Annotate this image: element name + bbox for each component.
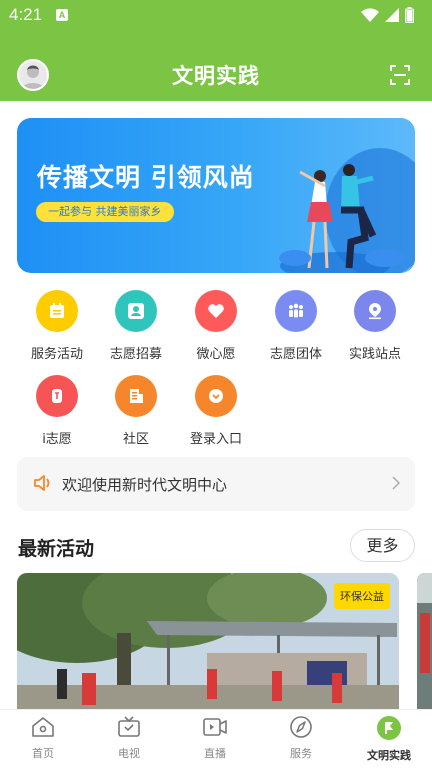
grid-label: 登录入口 (189, 432, 242, 447)
location-person-icon (354, 290, 396, 332)
hand-icon (36, 375, 78, 417)
activity-photo-next (417, 573, 432, 709)
nav-item-live[interactable]: 直播 (172, 716, 258, 761)
more-button[interactable]: 更多 (350, 529, 415, 562)
flag-icon (377, 716, 401, 740)
heart-icon (195, 290, 237, 332)
notice-bar[interactable]: 欢迎使用新时代文明中心 (17, 457, 415, 511)
banner-slogan: 一起参与 共建美丽家乡 (36, 202, 174, 222)
activity-card-next[interactable] (417, 573, 432, 709)
nav-item-service[interactable]: 服务 (258, 716, 344, 761)
bottom-nav: 首页 电视 直播 服务 文明实践 (0, 709, 432, 769)
status-bar: 4:21 A (0, 0, 432, 30)
building-icon (115, 375, 157, 417)
grid-item-volunteer-recruit[interactable]: 志愿招募 (96, 290, 176, 362)
speaker-icon (34, 475, 50, 491)
page-title: 文明实践 (172, 64, 260, 88)
app-header-background: 4:21 A 文明实践 (0, 0, 432, 101)
scan-icon[interactable] (390, 65, 410, 85)
status-time: 4:21 (9, 5, 43, 24)
grid-item-i-volunteer[interactable]: i志愿 (17, 375, 97, 447)
status-indicators (361, 7, 414, 23)
section-title: 最新活动 (18, 538, 95, 560)
tv-icon (118, 716, 140, 737)
nav-label: 首页 (32, 747, 54, 760)
battery-icon (405, 7, 414, 23)
grid-label: 微心愿 (196, 347, 236, 362)
home-icon (32, 717, 54, 737)
grid-item-login-entry[interactable]: 登录入口 (176, 375, 256, 447)
calendar-icon (36, 290, 78, 332)
group-icon (275, 290, 317, 332)
nav-item-home[interactable]: 首页 (0, 716, 86, 761)
banner-illustration (279, 148, 415, 273)
banner-headline: 传播文明 引领风尚 (37, 163, 255, 192)
title-bar: 文明实践 (0, 50, 432, 100)
notification-badge-icon: A (56, 9, 68, 21)
nav-label: 电视 (118, 747, 140, 760)
nav-label: 文明实践 (367, 749, 411, 762)
nav-label: 直播 (204, 747, 226, 760)
grid-item-practice-station[interactable]: 实践站点 (335, 290, 415, 362)
grid-item-service-activity[interactable]: 服务活动 (17, 290, 97, 362)
grid-item-micro-wish[interactable]: 微心愿 (176, 290, 256, 362)
nav-item-tv[interactable]: 电视 (86, 716, 172, 761)
grid-item-volunteer-group[interactable]: 志愿团体 (256, 290, 336, 362)
login-entry-icon (195, 375, 237, 417)
category-tag: 环保公益 (334, 583, 390, 609)
grid-label: 社区 (122, 432, 149, 447)
signal-icon (385, 8, 399, 22)
compass-icon (290, 716, 312, 738)
notice-text: 欢迎使用新时代文明中心 (62, 476, 228, 494)
nav-label: 服务 (290, 747, 312, 760)
grid-label: 实践站点 (348, 347, 401, 362)
volunteer-person-icon (115, 290, 157, 332)
grid-label: 服务活动 (30, 347, 83, 362)
chevron-right-icon (392, 476, 400, 490)
grid-label: i志愿 (42, 432, 72, 447)
live-video-icon (203, 718, 227, 736)
wifi-icon (361, 8, 379, 22)
grid-item-community[interactable]: 社区 (96, 375, 176, 447)
promo-banner[interactable]: 传播文明 引领风尚 一起参与 共建美丽家乡 (17, 118, 415, 273)
grid-label: 志愿招募 (109, 347, 162, 362)
grid-label: 志愿团体 (269, 347, 322, 362)
activity-card[interactable]: 环保公益 (17, 573, 399, 709)
nav-item-civilization-practice[interactable]: 文明实践 (346, 716, 432, 763)
